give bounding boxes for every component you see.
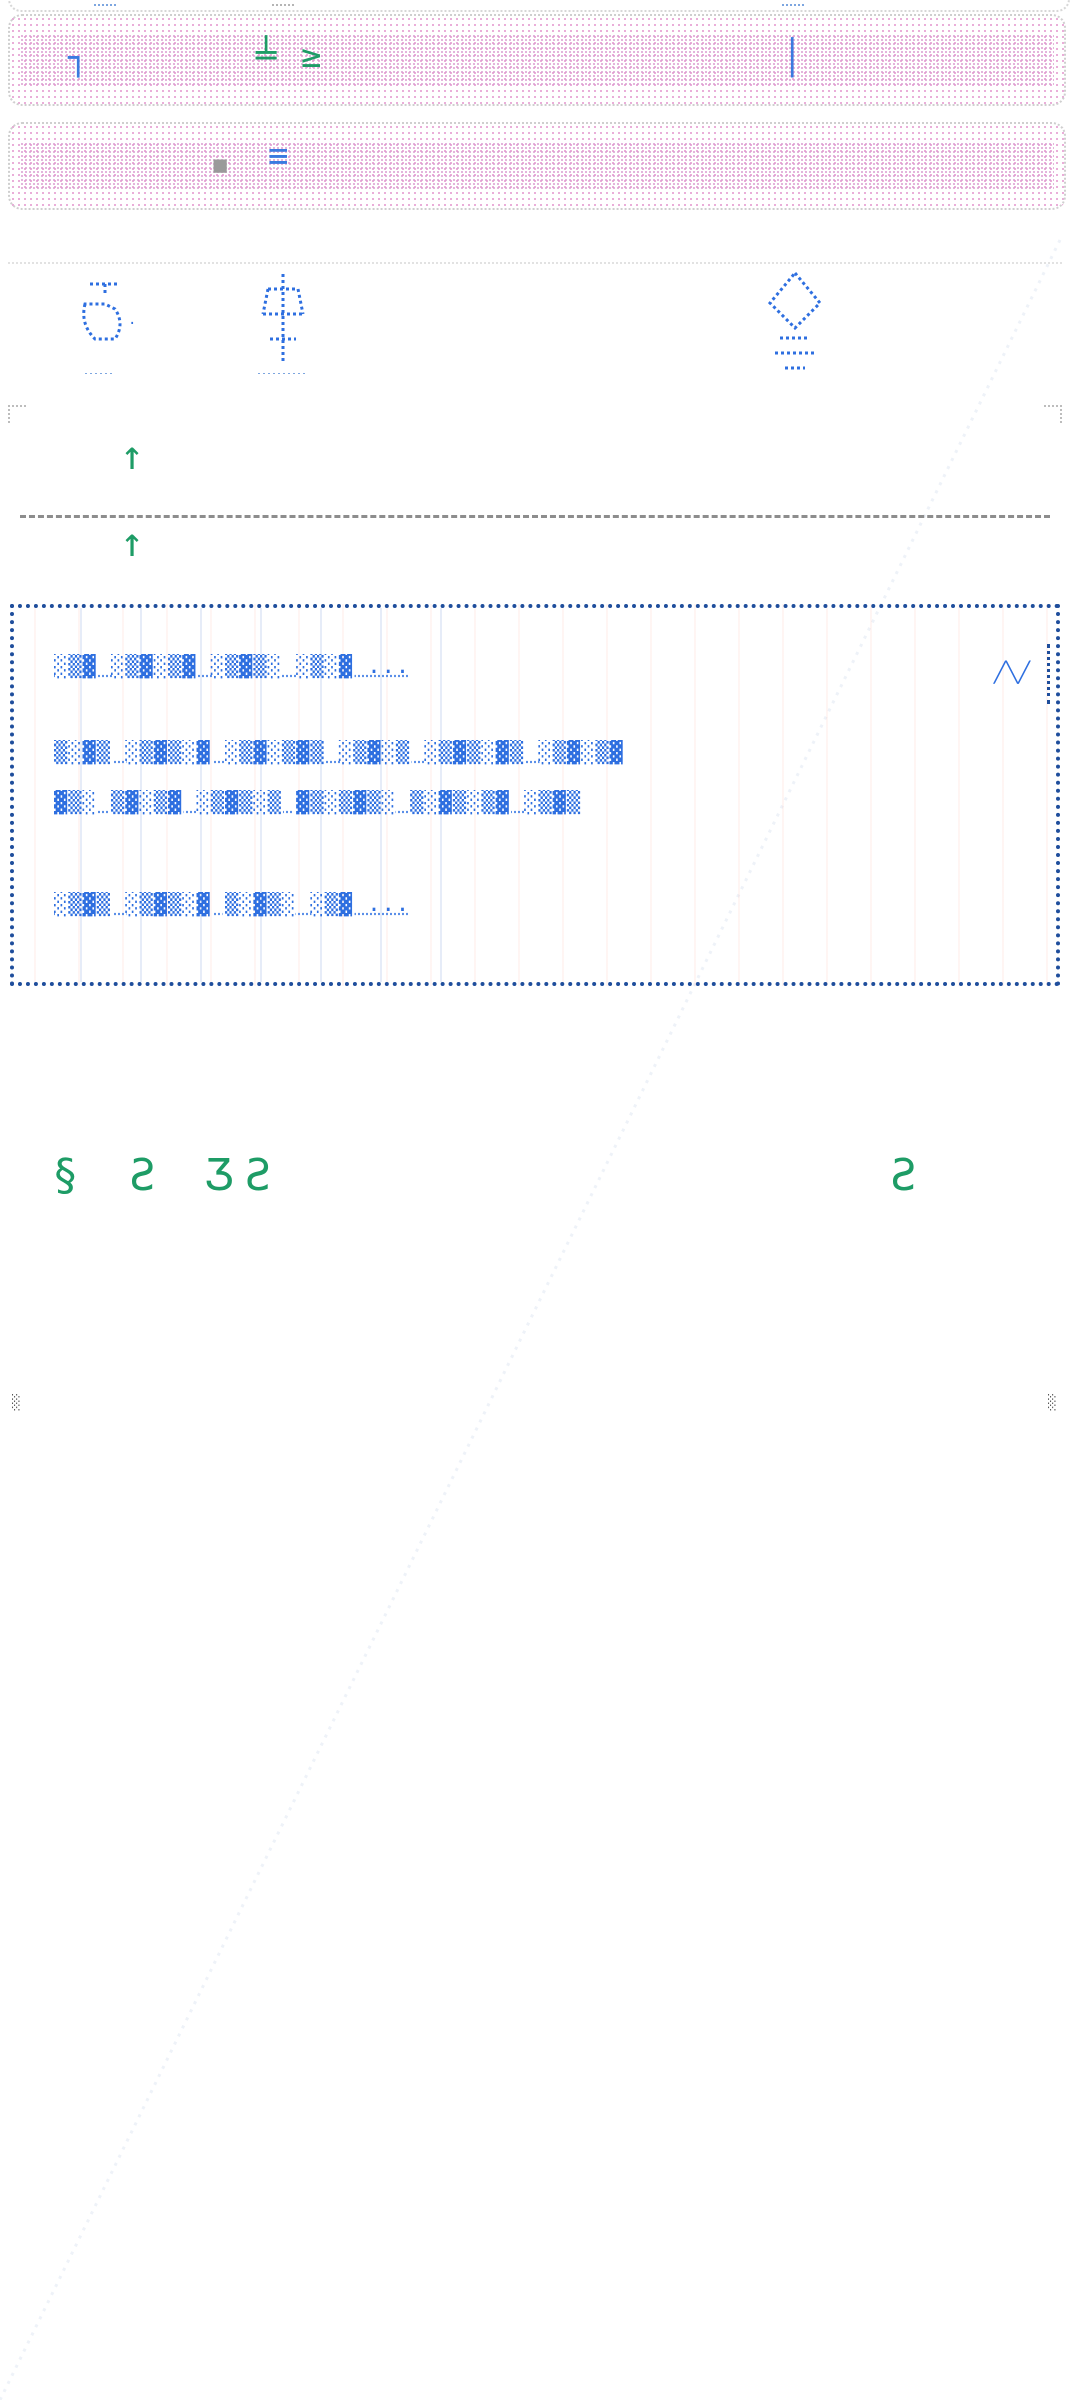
tree-icon[interactable] — [248, 264, 318, 374]
svg-text:.: . — [128, 312, 136, 328]
input-bar-fill — [20, 142, 1054, 190]
stats-right: Ƨ — [890, 1150, 929, 1201]
top-tab-strip[interactable] — [8, 0, 1070, 12]
input-bar-secondary[interactable]: ▪ ≡ — [8, 122, 1066, 210]
footer-left-mark: ░ — [12, 1395, 21, 1411]
section-divider: ↑ — [8, 405, 1062, 525]
corner-mark — [1044, 405, 1062, 423]
bar-left-icon[interactable]: ▪ — [210, 144, 232, 184]
notice-line: ▓▒░ ▒▓░▒▓ ░▒▓▒░▒ ▓▒░▒▓▒░ ▒░▓▒░▒▓ ░▒▓▒ — [54, 790, 582, 815]
notice-line: ▒░▓▒ ░▒▓▒░▓ ░▒▓░▒▓▒ ░▒▓░▒ ░▒▓▒░▓▒ ░▒▓░▒▓ — [54, 740, 624, 765]
bar-right-icon[interactable]: │ — [782, 38, 804, 78]
diamond-icon[interactable] — [760, 268, 830, 378]
arrow-up-icon[interactable]: ↑ — [120, 433, 144, 479]
arrow-up-icon[interactable]: ↑ — [120, 520, 144, 566]
notice-card[interactable]: ░▒▓ ░▒▓░▒▓ ░▒▓▒░ ░▒░▓ ... ╱╲╱ ▒░▓▒ ░▒▓▒░… — [10, 604, 1060, 986]
screen: ┐ ╧ ≥ │ ▪ ≡ . ↑ ↑ ░▒▓ ░▒▓░▒▓ ░▒▓▒░ ░▒░▓ … — [0, 0, 1080, 2400]
bar-left-icon[interactable]: ┐ — [68, 38, 90, 78]
bar-mid-icon[interactable]: ≡ — [268, 136, 290, 176]
tab-right-icon[interactable] — [782, 0, 804, 6]
close-icon[interactable] — [1023, 644, 1050, 704]
notice-line: ░▒▓ ░▒▓░▒▓ ░▒▓▒░ ░▒░▓ ... — [54, 654, 411, 679]
stats-left: § Ƨ ƷƧ — [52, 1150, 283, 1201]
home-icon[interactable]: . — [70, 264, 140, 374]
input-bar-fill — [20, 34, 1054, 86]
dashed-divider — [20, 515, 1050, 518]
corner-mark — [8, 405, 26, 423]
bar-mid-icon[interactable]: ╧ ≥ — [256, 36, 323, 76]
tab-left-icon[interactable] — [94, 0, 116, 6]
tab-middle-icon[interactable] — [272, 0, 294, 6]
input-bar-primary[interactable]: ┐ ╧ ≥ │ — [8, 14, 1066, 106]
nav-row: . — [8, 262, 1062, 382]
notice-line: ░▒▓▒ ░▒▓▒░▓ ▒░▓▒░ ░▒▓ ... — [54, 892, 411, 917]
footer-right-mark: ░ — [1048, 1395, 1057, 1411]
